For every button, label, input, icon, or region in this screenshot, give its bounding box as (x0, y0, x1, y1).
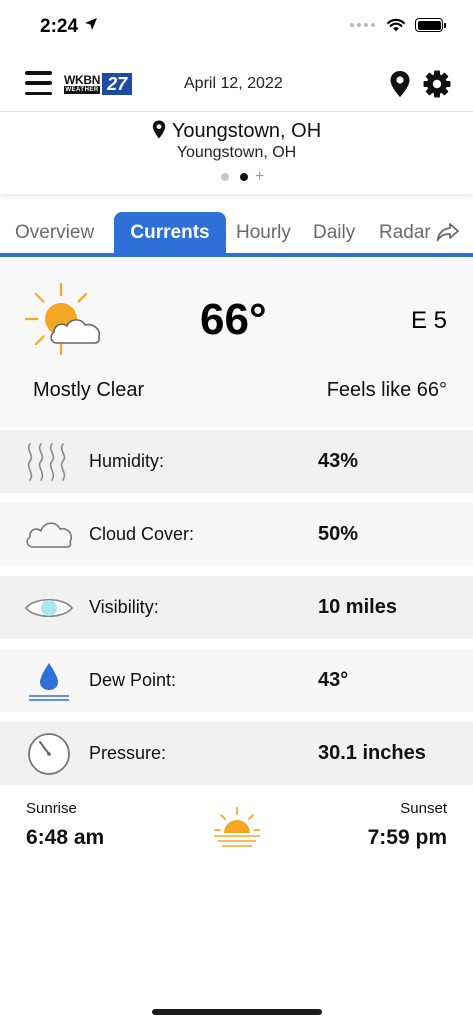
app-header: WKBN WEATHER 27 April 12, 2022 (0, 54, 473, 112)
logo-sub: WEATHER (64, 86, 101, 94)
detail-value: 50% (318, 523, 359, 545)
status-bar: 2:24 (0, 0, 473, 54)
sunrise-label: Sunrise (26, 800, 77, 817)
detail-value: 43% (318, 450, 359, 472)
menu-icon[interactable] (25, 71, 52, 95)
detail-row-visibility: Visibility: 10 miles (0, 576, 473, 639)
feels-like: Feels like 66° (326, 379, 447, 401)
tab-daily[interactable]: Daily (313, 212, 355, 253)
sunset-label: Sunset (400, 800, 447, 817)
gauge-icon (28, 733, 70, 775)
battery-icon (415, 18, 446, 32)
detail-label: Visibility: (89, 597, 159, 617)
detail-value: 30.1 inches (318, 742, 426, 764)
tab-bar: Overview Currents Hourly Daily Radar (0, 208, 473, 257)
detail-value: 43° (318, 669, 349, 691)
status-time: 2:24 (40, 16, 79, 37)
humidity-waves-icon (27, 443, 66, 481)
location-pin-icon (152, 120, 166, 139)
cloud-icon (26, 522, 73, 548)
detail-label: Cloud Cover: (89, 524, 195, 544)
page-dot[interactable] (221, 173, 229, 181)
station-logo: WKBN WEATHER 27 (64, 73, 133, 95)
location-arrow-icon (85, 18, 97, 30)
wifi-icon (387, 18, 405, 32)
detail-row-pressure: Pressure: 30.1 inches (0, 722, 473, 785)
location-title[interactable]: Youngstown, OH (0, 120, 473, 143)
location-name: Youngstown, OH (171, 120, 322, 142)
logo-number: 27 (102, 73, 133, 95)
tab-currents[interactable]: Currents (114, 212, 226, 253)
location-panel: Youngstown, OH Youngstown, OH + (0, 112, 473, 194)
wind-value: E 5 (410, 307, 447, 334)
condition-text: Mostly Clear (33, 379, 145, 401)
logo-brand: WKBN (64, 73, 101, 87)
tab-radar[interactable]: Radar (379, 212, 431, 253)
detail-row-dew-point: Dew Point: 43° (0, 649, 473, 712)
detail-row-humidity: Humidity: 43% (0, 430, 473, 493)
signal-dots-icon (350, 23, 375, 27)
sunset-time: 7:59 pm (367, 826, 447, 849)
sunrise-time: 6:48 am (26, 826, 105, 849)
status-indicators (350, 18, 446, 32)
location-page-indicator[interactable]: + (221, 169, 264, 185)
page-dot-active[interactable] (240, 173, 248, 181)
header-date: April 12, 2022 (184, 75, 283, 92)
current-conditions: 66° E 5 Mostly Clear Feels like 66° (0, 257, 473, 427)
partly-cloudy-sun-icon (24, 282, 101, 356)
tab-hourly[interactable]: Hourly (236, 212, 291, 253)
gear-icon[interactable] (423, 70, 451, 98)
eye-icon (25, 598, 73, 618)
detail-label: Pressure: (89, 743, 167, 763)
detail-value: 10 miles (318, 596, 397, 618)
location-pin-icon[interactable] (389, 70, 411, 98)
home-indicator[interactable] (152, 1009, 322, 1015)
location-subtitle: Youngstown, OH (176, 144, 297, 161)
share-arrow-icon[interactable] (436, 222, 460, 242)
tab-overview[interactable]: Overview (15, 212, 94, 253)
detail-label: Dew Point: (89, 670, 177, 690)
sunset-horizon-icon (214, 807, 260, 847)
droplet-icon (29, 663, 69, 701)
add-location-icon[interactable]: + (255, 169, 264, 185)
current-temperature: 66° (200, 295, 267, 344)
detail-label: Humidity: (89, 451, 165, 471)
detail-row-cloud-cover: Cloud Cover: 50% (0, 503, 473, 566)
sunrise-sunset: Sunrise 6:48 am Sunset 7:59 pm (0, 792, 473, 862)
